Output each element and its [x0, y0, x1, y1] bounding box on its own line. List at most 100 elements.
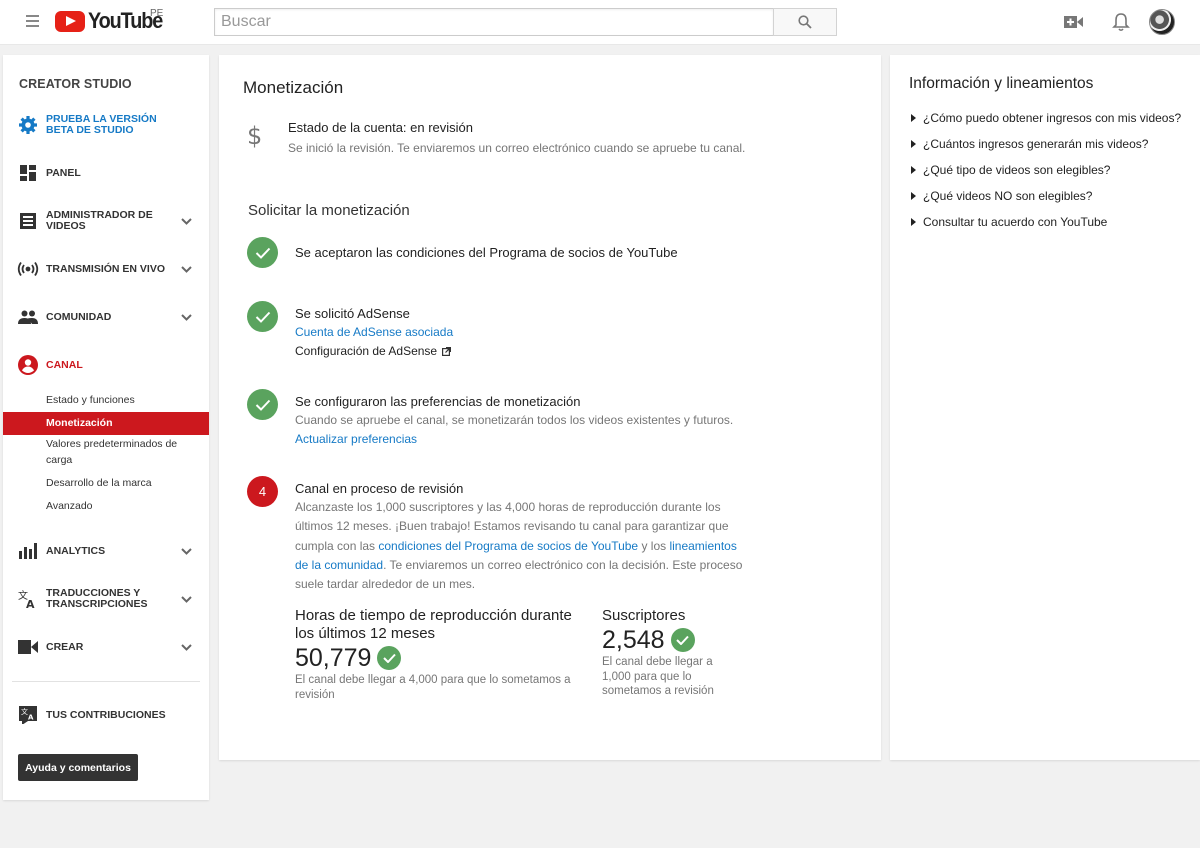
- info-link[interactable]: ¿Cómo puedo obtener ingresos con mis vid…: [911, 111, 1181, 125]
- info-link[interactable]: ¿Qué videos NO son elegibles?: [911, 189, 1092, 203]
- watch-hours-value-row: 50,779: [295, 643, 595, 673]
- sidebar-item-label: PANEL: [46, 166, 81, 179]
- live-icon: [17, 258, 39, 280]
- update-preferences-link[interactable]: Actualizar preferencias: [295, 430, 750, 449]
- account-status-desc: Se inició la revisión. Te enviaremos un …: [288, 141, 746, 155]
- sidebar-item-label: TUS CONTRIBUCIONES: [46, 708, 166, 721]
- sidebar-item-beta[interactable]: PRUEBA LA VERSIÓN BETA DE STUDIO: [3, 110, 209, 140]
- adsense-settings-link[interactable]: Configuración de AdSense: [295, 342, 750, 361]
- step-title: Se solicitó AdSense: [295, 306, 410, 321]
- triangle-right-icon: [911, 192, 916, 200]
- sidebar-item-channel[interactable]: CANAL: [3, 350, 209, 380]
- sidebar-item-label: COMUNIDAD: [46, 310, 112, 323]
- sidebar-divider: [12, 681, 200, 682]
- sidebar-item-video-manager[interactable]: ADMINISTRADOR DE VIDEOS: [3, 206, 209, 236]
- watch-hours-value: 50,779: [295, 644, 372, 672]
- translate-icon: 文A: [17, 588, 39, 610]
- sidebar-subitem-status[interactable]: Estado y funciones: [3, 392, 209, 408]
- step-title: Se aceptaron las condiciones del Program…: [295, 245, 678, 260]
- info-link-label: ¿Qué videos NO son elegibles?: [923, 189, 1093, 203]
- info-link-label: Consultar tu acuerdo con YouTube: [923, 215, 1108, 229]
- watch-hours-metric: Horas de tiempo de reproducción durante …: [295, 607, 595, 702]
- help-feedback-button[interactable]: Ayuda y comentarios: [18, 754, 138, 781]
- sidebar-item-label: PRUEBA LA VERSIÓN BETA DE STUDIO: [46, 113, 157, 136]
- step-title: Se configuraron las preferencias de mone…: [295, 394, 581, 409]
- camera-icon: [17, 636, 39, 658]
- search-icon: [798, 15, 812, 29]
- avatar[interactable]: [1149, 9, 1175, 35]
- sidebar-subitem-advanced[interactable]: Avanzado: [3, 498, 209, 514]
- info-link[interactable]: Consultar tu acuerdo con YouTube: [911, 215, 1107, 229]
- check-icon: [247, 301, 278, 332]
- step-title: Canal en proceso de revisión: [295, 481, 464, 496]
- account-status-title: Estado de la cuenta: en revisión: [288, 120, 474, 135]
- bell-icon[interactable]: [1109, 10, 1133, 34]
- triangle-right-icon: [911, 166, 916, 174]
- section-title: Solicitar la monetización: [248, 202, 410, 219]
- youtube-logo[interactable]: YouTube PE: [55, 8, 170, 35]
- info-link-label: ¿Cuántos ingresos generarán mis videos?: [923, 137, 1149, 151]
- community-icon: [17, 306, 39, 328]
- menu-icon[interactable]: [26, 15, 39, 27]
- triangle-right-icon: [911, 140, 916, 148]
- dollar-icon: $: [247, 122, 263, 150]
- video-manager-icon: [17, 210, 39, 232]
- subscribers-label: Suscriptores: [602, 607, 686, 624]
- info-link[interactable]: ¿Cuántos ingresos generarán mis videos?: [911, 137, 1148, 151]
- step-desc-b: y los: [638, 538, 670, 553]
- check-icon: [247, 389, 278, 420]
- adsense-settings-label: Configuración de AdSense: [295, 344, 438, 358]
- sidebar-item-label: TRADUCCIONES Y TRANSCRIPCIONES: [46, 587, 148, 610]
- info-panel-title: Información y lineamientos: [909, 75, 1094, 92]
- sidebar-item-label: TRANSMISIÓN EN VIVO: [46, 262, 166, 275]
- triangle-right-icon: [911, 114, 916, 122]
- info-link-label: ¿Qué tipo de videos son elegibles?: [923, 163, 1111, 177]
- upload-video-icon[interactable]: [1062, 10, 1086, 34]
- adsense-account-link[interactable]: Cuenta de AdSense asociada: [295, 323, 750, 342]
- sidebar-item-panel[interactable]: PANEL: [3, 158, 209, 188]
- dashboard-icon: [17, 162, 39, 184]
- creator-studio-title: CREATOR STUDIO: [19, 77, 132, 91]
- subscribers-note: El canal debe llegar a 1,000 para que lo…: [602, 656, 714, 697]
- chevron-down-icon: [180, 311, 192, 323]
- partner-terms-link[interactable]: condiciones del Programa de socios de Yo…: [378, 539, 638, 553]
- sidebar-subitem-branding[interactable]: Desarrollo de la marca: [3, 475, 209, 491]
- sidebar-item-analytics[interactable]: ANALYTICS: [3, 536, 209, 566]
- sidebar-item-contributions[interactable]: 文A TUS CONTRIBUCIONES: [3, 700, 209, 730]
- subscribers-metric: Suscriptores 2,548 El canal debe llegar …: [602, 607, 737, 699]
- main-panel: Monetización $ Estado de la cuenta: en r…: [219, 55, 881, 760]
- chevron-down-icon: [180, 545, 192, 557]
- logo-country: PE: [150, 8, 164, 19]
- search-button[interactable]: [773, 8, 837, 36]
- step-desc: Cuando se apruebe el canal, se monetizar…: [295, 413, 734, 427]
- sidebar-item-community[interactable]: COMUNIDAD: [3, 302, 209, 332]
- subscribers-value-row: 2,548: [602, 625, 737, 655]
- analytics-icon: [17, 540, 39, 562]
- svg-text:A: A: [26, 598, 35, 609]
- gear-icon: [17, 114, 39, 136]
- sidebar-item-label: CANAL: [46, 358, 83, 371]
- chevron-down-icon: [180, 215, 192, 227]
- sidebar-item-live[interactable]: TRANSMISIÓN EN VIVO: [3, 254, 209, 284]
- triangle-right-icon: [911, 218, 916, 226]
- sidebar-subitem-upload-defaults[interactable]: Valores predeterminados de carga: [3, 436, 193, 468]
- search-input[interactable]: [214, 8, 774, 36]
- check-icon: [247, 237, 278, 268]
- external-link-icon: [442, 347, 452, 356]
- step-desc: Alcanzaste los 1,000 suscriptores y las …: [295, 498, 750, 594]
- check-icon: [377, 646, 402, 670]
- chevron-down-icon: [180, 641, 192, 653]
- page-title: Monetización: [243, 78, 344, 97]
- check-icon: [670, 628, 695, 652]
- sidebar-item-create[interactable]: CREAR: [3, 632, 209, 662]
- sidebar-item-translations[interactable]: 文A TRADUCCIONES Y TRANSCRIPCIONES: [3, 584, 209, 614]
- sidebar-subitem-monetization[interactable]: Monetización: [3, 412, 209, 435]
- step-number-badge: 4: [247, 476, 278, 507]
- sidebar: CREATOR STUDIO PRUEBA LA VERSIÓN BETA DE…: [3, 55, 209, 800]
- channel-icon: [17, 354, 39, 376]
- info-link[interactable]: ¿Qué tipo de videos son elegibles?: [911, 163, 1110, 177]
- info-link-label: ¿Cómo puedo obtener ingresos con mis vid…: [923, 111, 1182, 125]
- youtube-play-icon: [55, 11, 85, 32]
- watch-hours-label: Horas de tiempo de reproducción durante …: [295, 607, 572, 642]
- info-panel: Información y lineamientos ¿Cómo puedo o…: [890, 55, 1200, 760]
